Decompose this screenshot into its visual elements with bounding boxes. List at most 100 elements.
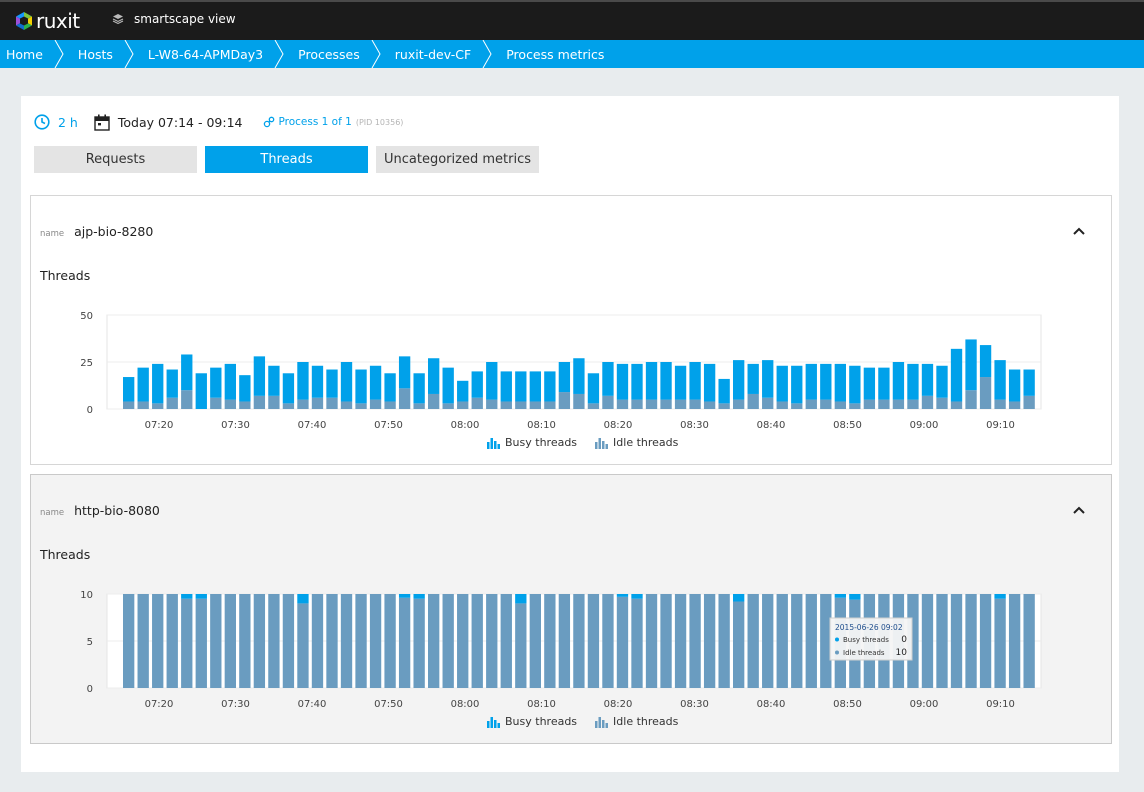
bar-idle-threads[interactable] — [1008, 401, 1021, 409]
bar-idle-threads[interactable] — [384, 594, 396, 688]
bar-busy-threads[interactable] — [529, 371, 541, 402]
bar-busy-threads[interactable] — [994, 594, 1006, 599]
bar-busy-threads[interactable] — [413, 594, 425, 599]
bar-idle-threads[interactable] — [369, 594, 382, 688]
bar-idle-threads[interactable] — [253, 395, 266, 409]
bar-idle-threads[interactable] — [239, 401, 251, 409]
bar-busy-threads[interactable] — [355, 369, 367, 404]
bar-busy-threads[interactable] — [834, 594, 846, 598]
bar-busy-threads[interactable] — [834, 363, 846, 402]
bar-idle-threads[interactable] — [718, 403, 730, 409]
bar-idle-threads[interactable] — [616, 399, 629, 409]
bar-idle-threads[interactable] — [660, 594, 672, 688]
bar-idle-threads[interactable] — [428, 594, 440, 688]
bar-idle-threads[interactable] — [152, 403, 164, 409]
bar-busy-threads[interactable] — [326, 369, 338, 398]
bar-busy-threads[interactable] — [268, 365, 280, 396]
bar-idle-threads[interactable] — [210, 397, 222, 409]
bar-idle-threads[interactable] — [529, 401, 541, 409]
bar-busy-threads[interactable] — [282, 373, 295, 404]
bar-idle-threads[interactable] — [340, 594, 353, 688]
bar-idle-threads[interactable] — [442, 403, 454, 409]
bar-idle-threads[interactable] — [195, 598, 207, 688]
legend-busy-threads[interactable]: Busy threads — [487, 715, 577, 728]
bar-idle-threads[interactable] — [152, 594, 164, 688]
tab-threads[interactable]: Threads — [205, 146, 368, 173]
bar-idle-threads[interactable] — [428, 393, 440, 409]
bar-idle-threads[interactable] — [616, 596, 629, 688]
bar-idle-threads[interactable] — [253, 594, 266, 688]
bar-busy-threads[interactable] — [660, 362, 672, 400]
bar-idle-threads[interactable] — [123, 594, 135, 688]
bar-idle-threads[interactable] — [762, 594, 774, 688]
bar-busy-threads[interactable] — [645, 362, 658, 400]
bar-busy-threads[interactable] — [718, 378, 730, 404]
bar-idle-threads[interactable] — [703, 594, 716, 688]
bar-busy-threads[interactable] — [152, 363, 164, 404]
bar-idle-threads[interactable] — [471, 594, 483, 688]
process-selector[interactable]: Process 1 of 1 (PID 10356) — [263, 116, 403, 128]
bar-busy-threads[interactable] — [181, 594, 193, 599]
bar-idle-threads[interactable] — [558, 392, 571, 409]
bar-busy-threads[interactable] — [979, 345, 992, 378]
bar-busy-threads[interactable] — [210, 367, 222, 398]
bar-busy-threads[interactable] — [457, 380, 469, 402]
bar-idle-threads[interactable] — [471, 397, 483, 409]
bar-busy-threads[interactable] — [573, 358, 585, 394]
bar-busy-threads[interactable] — [631, 594, 643, 599]
bar-idle-threads[interactable] — [224, 594, 236, 688]
bar-busy-threads[interactable] — [849, 365, 861, 404]
bar-idle-threads[interactable] — [369, 399, 382, 409]
bar-idle-threads[interactable] — [326, 594, 338, 688]
legend-busy-threads[interactable]: Busy threads — [487, 436, 577, 449]
bar-idle-threads[interactable] — [674, 594, 687, 688]
bar-idle-threads[interactable] — [776, 594, 788, 688]
bar-busy-threads[interactable] — [340, 362, 353, 402]
bar-busy-threads[interactable] — [500, 371, 512, 402]
bar-idle-threads[interactable] — [689, 399, 701, 409]
bar-busy-threads[interactable] — [616, 363, 629, 400]
bar-idle-threads[interactable] — [849, 403, 861, 409]
bar-busy-threads[interactable] — [369, 365, 382, 400]
breadcrumb-home[interactable]: Home — [0, 40, 64, 68]
bar-idle-threads[interactable] — [398, 597, 411, 688]
bar-idle-threads[interactable] — [311, 594, 324, 688]
bar-busy-threads[interactable] — [195, 594, 207, 599]
bar-idle-threads[interactable] — [892, 399, 905, 409]
bar-busy-threads[interactable] — [442, 367, 454, 404]
bar-busy-threads[interactable] — [863, 367, 876, 400]
breadcrumb-hosts[interactable]: Hosts — [60, 40, 134, 68]
bar-busy-threads[interactable] — [689, 362, 701, 400]
bar-busy-threads[interactable] — [733, 360, 745, 400]
bar-idle-threads[interactable] — [950, 594, 963, 688]
bar-idle-threads[interactable] — [979, 594, 992, 688]
bar-busy-threads[interactable] — [791, 365, 803, 404]
bar-idle-threads[interactable] — [398, 388, 411, 409]
bar-idle-threads[interactable] — [500, 594, 512, 688]
bar-idle-threads[interactable] — [573, 393, 585, 409]
bar-busy-threads[interactable] — [137, 367, 149, 402]
bar-idle-threads[interactable] — [268, 395, 280, 409]
bar-idle-threads[interactable] — [733, 399, 745, 409]
bar-idle-threads[interactable] — [863, 399, 876, 409]
bar-idle-threads[interactable] — [282, 403, 295, 409]
bar-busy-threads[interactable] — [776, 365, 788, 402]
bar-busy-threads[interactable] — [486, 362, 498, 400]
bar-idle-threads[interactable] — [573, 594, 585, 688]
bar-idle-threads[interactable] — [413, 598, 425, 688]
bar-idle-threads[interactable] — [137, 594, 149, 688]
bar-idle-threads[interactable] — [747, 594, 759, 688]
bar-idle-threads[interactable] — [689, 594, 701, 688]
bar-idle-threads[interactable] — [166, 594, 178, 688]
bar-idle-threads[interactable] — [587, 403, 600, 409]
legend-idle-threads[interactable]: Idle threads — [595, 715, 678, 728]
bar-idle-threads[interactable] — [733, 601, 745, 688]
threads-chart-ajp[interactable]: 0 25 50 07:20 07:30 07:40 07:50 08:00 08:10 08:20… — [31, 196, 1111, 464]
bar-idle-threads[interactable] — [950, 401, 963, 409]
bar-idle-threads[interactable] — [355, 594, 367, 688]
bar-idle-threads[interactable] — [457, 401, 469, 409]
bar-busy-threads[interactable] — [805, 363, 817, 400]
bar-idle-threads[interactable] — [558, 594, 571, 688]
bar-idle-threads[interactable] — [921, 395, 934, 409]
bar-idle-threads[interactable] — [500, 401, 512, 409]
